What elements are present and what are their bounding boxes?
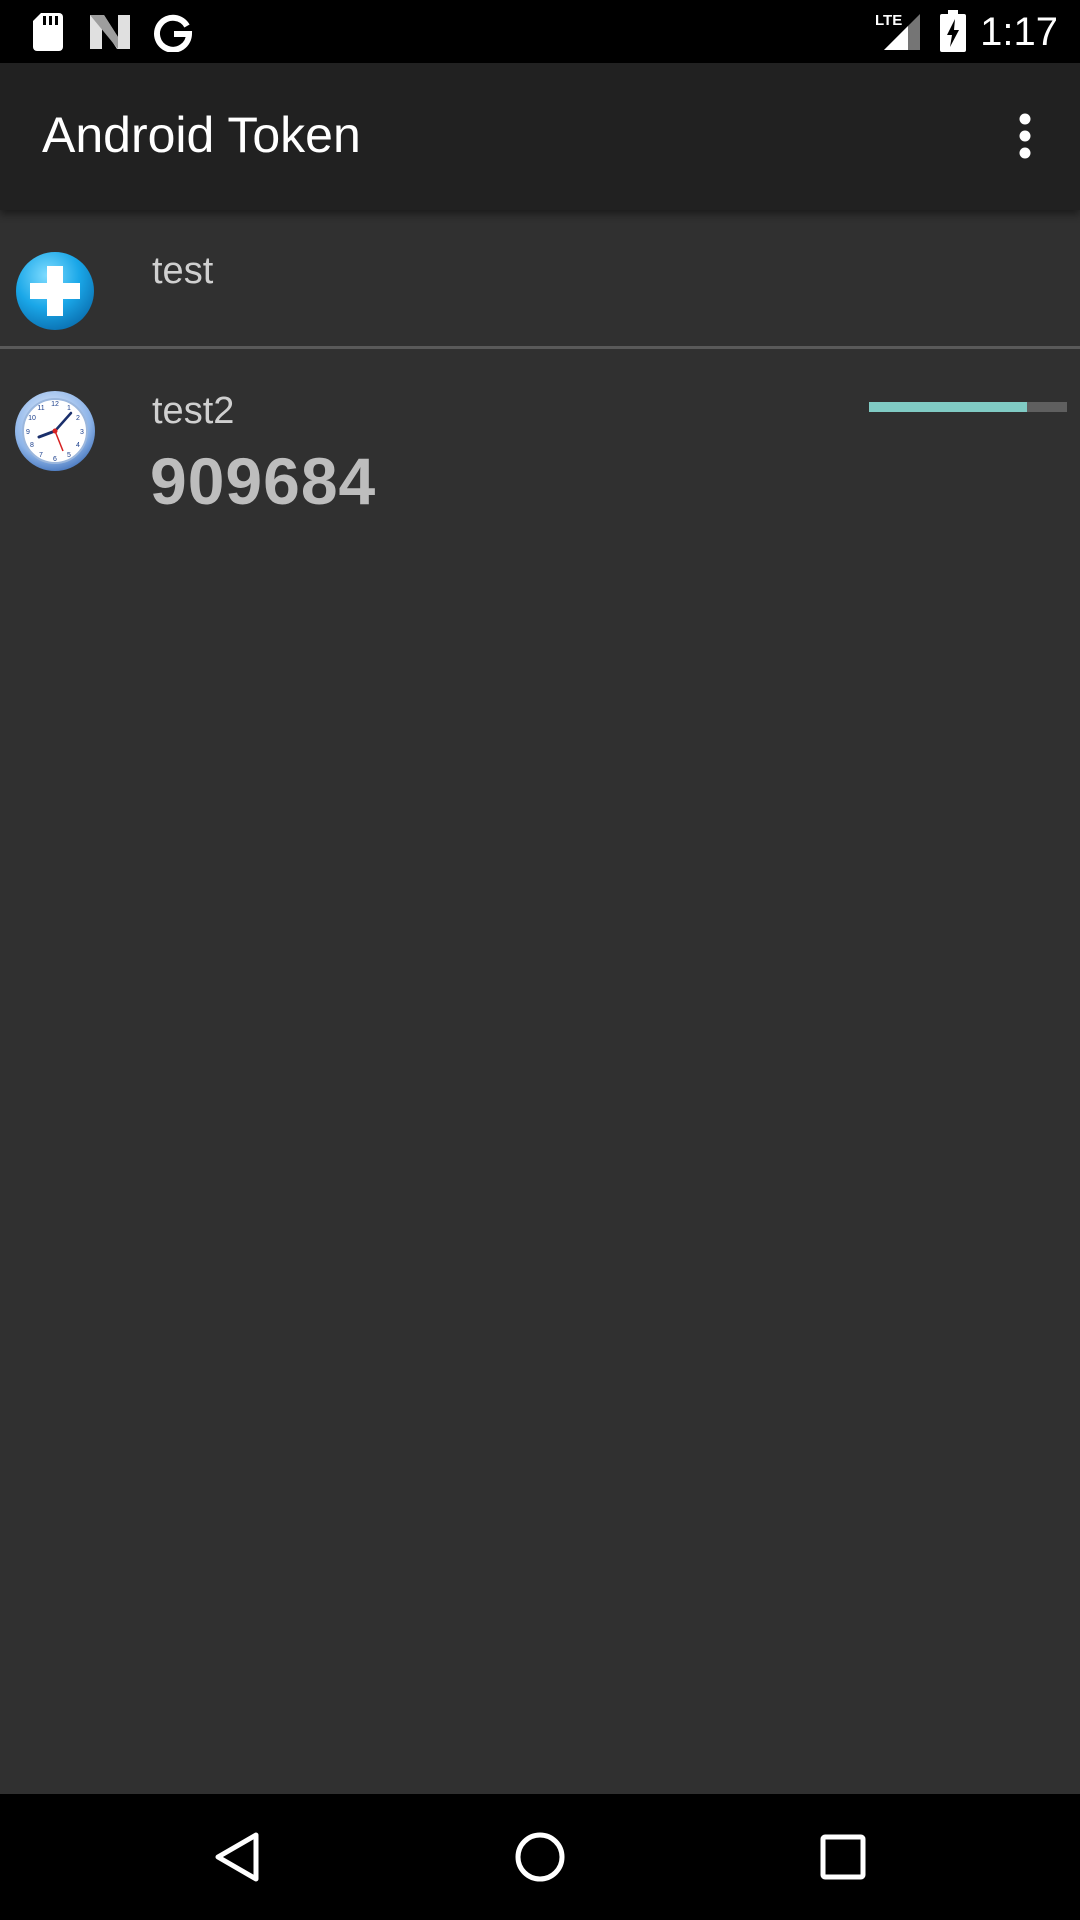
svg-text:3: 3 [80,429,84,436]
sd-card-icon [33,13,63,51]
svg-text:5: 5 [67,452,71,459]
svg-text:7: 7 [39,452,43,459]
back-button[interactable] [192,1812,282,1902]
svg-text:12: 12 [51,401,59,408]
lte-signal-icon: LTE [875,12,920,50]
token-row-test[interactable]: test [0,210,1080,349]
clock-icon: 12 1 2 3 4 5 6 7 8 9 10 11 [15,391,95,471]
app-title: Android Token [42,107,361,163]
n-logo-icon [90,15,130,49]
token-list: test [0,210,1080,349]
home-button[interactable] [495,1812,585,1902]
screen: LTE 1:17 Android Token test 12 1 2 3 4 5… [0,0,1080,1920]
overflow-menu-button[interactable] [984,87,1080,187]
svg-text:8: 8 [30,442,34,449]
svg-text:11: 11 [37,405,44,412]
status-bar: LTE 1:17 [0,0,1080,63]
app-bar: Android Token [0,63,1080,210]
recents-icon [820,1834,866,1880]
time-remaining-bar [869,402,1067,412]
svg-text:2: 2 [76,415,80,422]
time-remaining-fill [869,402,1028,412]
add-plus-icon [16,252,94,330]
svg-text:6: 6 [53,456,57,463]
token-code: 909684 [150,444,377,518]
svg-text:4: 4 [76,442,80,449]
token-name: test [152,250,214,292]
svg-text:1: 1 [67,405,71,412]
token-row-test2-content[interactable]: 12 1 2 3 4 5 6 7 8 9 10 11 test2 909684 [0,349,1080,529]
svg-text:LTE: LTE [875,12,902,29]
home-icon [515,1832,565,1882]
token-name: test2 [152,390,235,432]
status-time: 1:17 [980,10,1058,54]
svg-text:9: 9 [26,429,30,436]
more-vert-icon [1019,113,1031,159]
svg-text:10: 10 [28,415,36,422]
recents-button[interactable] [798,1812,888,1902]
google-g-icon [154,14,193,52]
navigation-bar [0,1794,1080,1920]
battery-charging-icon [940,10,966,52]
back-icon [215,1832,259,1882]
